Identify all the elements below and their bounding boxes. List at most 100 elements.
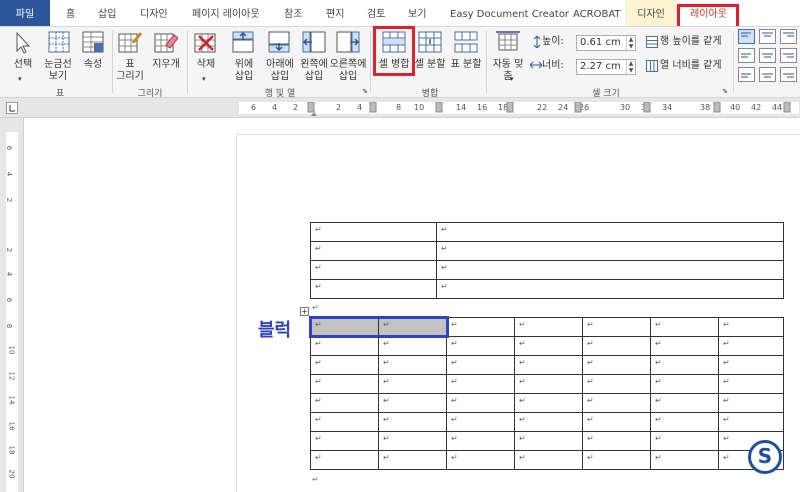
split-cells-button[interactable]: 셀 분할 <box>412 59 448 71</box>
table-cell[interactable]: ↵ <box>446 374 515 394</box>
table-cell[interactable]: ↵ <box>436 241 784 261</box>
table-cell[interactable]: ↵ <box>446 317 515 337</box>
properties-button[interactable]: 속성 <box>78 59 108 71</box>
insert-right-button[interactable]: 오른쪽에 삽입 <box>328 59 368 83</box>
table-cell[interactable]: ↵ <box>310 279 437 299</box>
tab-page-layout[interactable]: 페이지 레이아웃 <box>192 0 260 26</box>
insert-above-button[interactable]: 위에 삽입 <box>228 59 260 83</box>
table-cell[interactable]: ↵ <box>378 412 447 432</box>
cell-alignment-icons[interactable] <box>738 29 800 83</box>
delete-button[interactable]: 삭제 <box>190 59 222 71</box>
tab-acrobat[interactable]: ACROBAT <box>573 0 621 26</box>
table-cell[interactable]: ↵ <box>650 431 719 451</box>
tab-easy-document-creator[interactable]: Easy Document Creator <box>450 0 569 26</box>
width-spinner[interactable]: 2.27 cm ▲ ▼ <box>576 59 636 75</box>
table-cell[interactable]: ↵ <box>718 336 784 356</box>
select-button[interactable]: 선택 <box>8 59 38 71</box>
table-move-handle[interactable]: + <box>300 307 309 316</box>
draw-table-button[interactable]: 표 그리기 <box>114 59 146 83</box>
cell-size-dialog-launcher[interactable]: ⬊ <box>722 85 728 97</box>
table-cell[interactable]: ↵ <box>582 355 651 375</box>
table-cell[interactable]: ↵ <box>310 431 379 451</box>
table-cell[interactable]: ↵ <box>310 450 379 470</box>
tab-review[interactable]: 검토 <box>367 0 385 26</box>
table-cell[interactable]: ↵ <box>310 260 437 280</box>
rows-cols-dialog-launcher[interactable]: ⬊ <box>362 85 368 97</box>
table-cell[interactable]: ↵ <box>582 374 651 394</box>
table-cell[interactable]: ↵ <box>378 355 447 375</box>
table-cell[interactable]: ↵ <box>378 374 447 394</box>
table-cell[interactable]: ↵ <box>514 412 583 432</box>
autofit-dropdown-arrow[interactable]: ▾ <box>510 73 514 85</box>
table-cell[interactable]: ↵ <box>446 450 515 470</box>
horizontal-ruler[interactable]: 6 4 2 2 4 8 10 14 16 18 22 24 26 30 32 3… <box>0 98 800 118</box>
table-cell[interactable]: ↵ <box>310 412 379 432</box>
vertical-ruler[interactable]: 6 4 2 2 4 6 8 10 12 14 16 18 20 <box>0 118 24 492</box>
tab-insert[interactable]: 삽입 <box>98 0 116 26</box>
tab-table-design[interactable]: 디자인 <box>625 0 677 26</box>
table-cell[interactable]: ↵ <box>582 393 651 413</box>
table-cell[interactable]: ↵ <box>310 393 379 413</box>
table-cell[interactable]: ↵ <box>650 412 719 432</box>
delete-dropdown-arrow[interactable]: ▾ <box>202 73 206 85</box>
table-cell[interactable]: ↵ <box>582 336 651 356</box>
split-table-button[interactable]: 표 분할 <box>448 59 484 71</box>
table-cell[interactable]: ↵ <box>514 374 583 394</box>
distribute-rows-button[interactable]: 행 높이를 같게 <box>660 36 722 48</box>
distribute-cols-button[interactable]: 열 너비를 같게 <box>660 60 722 72</box>
tab-home[interactable]: 홈 <box>66 0 75 26</box>
table-cell[interactable]: ↵ <box>446 336 515 356</box>
table-cell[interactable]: ↵ <box>514 317 583 337</box>
tab-selector-icon[interactable] <box>6 102 18 114</box>
table-cell[interactable]: ↵ <box>446 412 515 432</box>
table-cell[interactable]: ↵ <box>514 336 583 356</box>
view-gridlines-button[interactable]: 눈금선 보기 <box>40 59 76 83</box>
tab-view[interactable]: 보기 <box>408 0 426 26</box>
table-cell[interactable]: ↵ <box>378 450 447 470</box>
table-bottom[interactable]: ↵ ↵ ↵ ↵ ↵ ↵ ↵ ↵ ↵ ↵ ↵ ↵ ↵ ↵ ↵ ↵ ↵ ↵ ↵ ↵ ↵ ↵ ↵ ↵ ↵ ↵ ↵ ↵ ↵ ↵… <box>310 317 784 470</box>
table-cell[interactable]: ↵ <box>446 355 515 375</box>
table-cell[interactable]: ↵ <box>378 431 447 451</box>
table-cell[interactable]: ↵ <box>718 393 784 413</box>
tab-mailings[interactable]: 편지 <box>326 0 344 26</box>
table-cell[interactable]: ↵ <box>446 393 515 413</box>
table-cell[interactable]: ↵ <box>436 260 784 280</box>
table-cell[interactable]: ↵ <box>650 355 719 375</box>
select-dropdown-arrow[interactable]: ▾ <box>18 73 22 85</box>
table-cell[interactable]: ↵ <box>310 374 379 394</box>
table-cell[interactable]: ↵ <box>514 450 583 470</box>
table-cell[interactable]: ↵ <box>582 431 651 451</box>
table-cell[interactable]: ↵ <box>718 412 784 432</box>
table-cell[interactable]: ↵ <box>718 317 784 337</box>
table-cell[interactable]: ↵ <box>650 393 719 413</box>
table-cell[interactable]: ↵ <box>378 393 447 413</box>
height-value[interactable]: 0.61 cm <box>580 37 621 48</box>
table-cell[interactable]: ↵ <box>650 374 719 394</box>
table-cell[interactable]: ↵ <box>582 450 651 470</box>
table-cell[interactable]: ↵ <box>514 393 583 413</box>
table-cell[interactable]: ↵ <box>310 222 437 242</box>
table-cell[interactable]: ↵ <box>514 355 583 375</box>
height-spinner[interactable]: 0.61 cm ▲ ▼ <box>576 35 636 51</box>
table-cell[interactable]: ↵ <box>436 222 784 242</box>
autofit-button[interactable]: 자동 맞 춤 <box>490 59 526 83</box>
table-cell[interactable]: ↵ <box>378 336 447 356</box>
table-top[interactable]: ↵ ↵ ↵ ↵ ↵ ↵ ↵ ↵ <box>310 222 784 299</box>
tab-design[interactable]: 디자인 <box>140 0 168 26</box>
table-cell[interactable]: ↵ <box>446 431 515 451</box>
table-cell[interactable]: ↵ <box>310 336 379 356</box>
table-cell[interactable]: ↵ <box>718 374 784 394</box>
table-cell[interactable]: ↵ <box>718 355 784 375</box>
tab-file[interactable]: 파일 <box>0 0 50 26</box>
table-cell[interactable]: ↵ <box>650 450 719 470</box>
insert-below-button[interactable]: 아래에 삽입 <box>262 59 298 83</box>
table-cell[interactable]: ↵ <box>514 431 583 451</box>
width-spinner-arrows[interactable]: ▲ ▼ <box>626 60 635 74</box>
tab-references[interactable]: 참조 <box>284 0 302 26</box>
insert-left-button[interactable]: 왼쪽에 삽입 <box>296 59 332 83</box>
table-cell[interactable]: ↵ <box>582 317 651 337</box>
table-cell[interactable]: ↵ <box>582 412 651 432</box>
width-value[interactable]: 2.27 cm <box>580 61 621 72</box>
ruler-column-markers[interactable] <box>239 102 799 116</box>
table-cell[interactable]: ↵ <box>310 355 379 375</box>
